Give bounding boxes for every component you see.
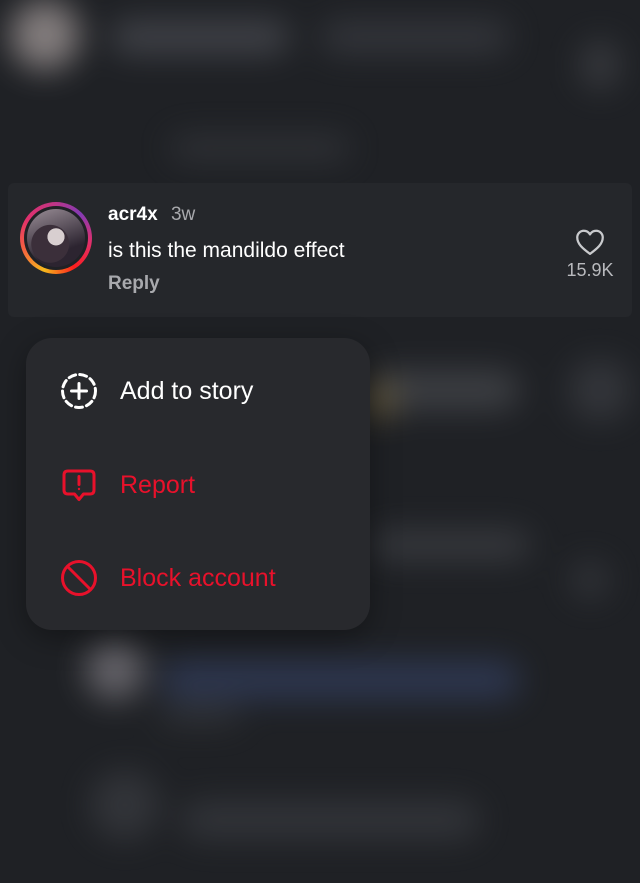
- blurred-icon: [570, 560, 610, 600]
- blurred-text: [180, 800, 480, 840]
- heart-icon[interactable]: [560, 228, 620, 256]
- comment-header: acr4x 3w: [108, 203, 345, 227]
- menu-item-label: Report: [120, 470, 196, 499]
- add-to-story-icon: [58, 370, 100, 412]
- reply-button[interactable]: Reply: [108, 272, 345, 296]
- comment-context-menu: Add to story Report Block account: [26, 338, 370, 630]
- blurred-text: [160, 660, 520, 700]
- blurred-text: [160, 705, 240, 725]
- blurred-avatar: [90, 770, 160, 840]
- blurred-avatar: [10, 0, 80, 70]
- like-area: 15.9K: [560, 228, 620, 281]
- report-icon: [58, 464, 100, 506]
- blurred-avatar: [85, 640, 145, 700]
- block-icon: [58, 557, 100, 599]
- comment-card[interactable]: acr4x 3w is this the mandildo effect Rep…: [8, 183, 632, 317]
- menu-item-label: Add to story: [120, 376, 254, 405]
- blurred-text: [170, 135, 350, 161]
- comment-username[interactable]: acr4x: [108, 204, 158, 225]
- menu-item-label: Block account: [120, 563, 276, 592]
- menu-item-report[interactable]: Report: [26, 438, 370, 532]
- like-count: 15.9K: [566, 260, 614, 280]
- avatar: [27, 209, 85, 267]
- blurred-text: [110, 20, 290, 54]
- blurred-icon: [570, 360, 630, 420]
- blurred-icon: [580, 40, 620, 90]
- menu-item-block-account[interactable]: Block account: [26, 531, 370, 625]
- avatar-story-ring[interactable]: [20, 202, 92, 274]
- blurred-text: [370, 530, 530, 560]
- comment-text: is this the mandildo effect: [108, 239, 345, 262]
- menu-item-add-to-story[interactable]: Add to story: [26, 344, 370, 438]
- comment-body: acr4x 3w is this the mandildo effect Rep…: [108, 203, 345, 296]
- avatar-border: [24, 206, 88, 270]
- blurred-text: [320, 20, 510, 54]
- comment-timestamp: 3w: [170, 204, 196, 225]
